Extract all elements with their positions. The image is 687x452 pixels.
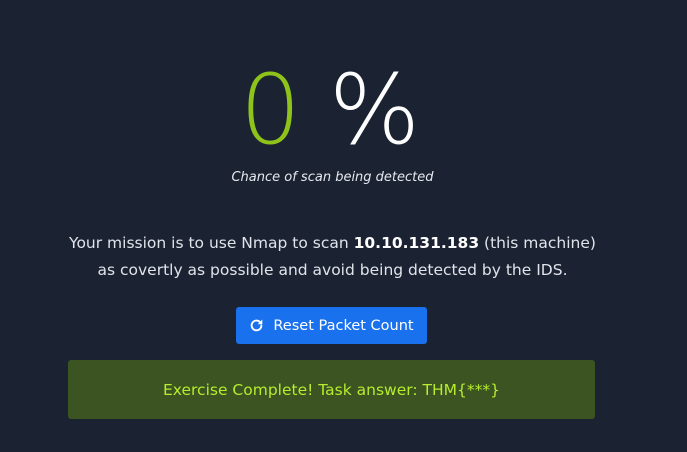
refresh-icon: [249, 318, 264, 333]
mission-line1-suffix: (this machine): [479, 234, 596, 252]
ids-evasion-page: 0% Chance of scan being detected Your mi…: [0, 0, 687, 452]
detection-score: 0%: [0, 52, 660, 168]
detection-caption: Chance of scan being detected: [231, 170, 434, 185]
reset-button-label: Reset Packet Count: [273, 317, 414, 334]
detection-percentage-value: 0: [239, 54, 301, 166]
target-ip: 10.10.131.183: [353, 234, 480, 252]
success-message: Exercise Complete! Task answer: THM{***}: [163, 380, 500, 399]
reset-packet-count-button[interactable]: Reset Packet Count: [236, 307, 427, 344]
mission-text: Your mission is to use Nmap to scan 10.1…: [0, 230, 665, 284]
percent-sign: %: [328, 54, 421, 166]
mission-line2: as covertly as possible and avoid being …: [97, 261, 568, 279]
success-alert: Exercise Complete! Task answer: THM{***}: [68, 360, 595, 419]
mission-line1-prefix: Your mission is to use Nmap to scan: [69, 234, 354, 252]
